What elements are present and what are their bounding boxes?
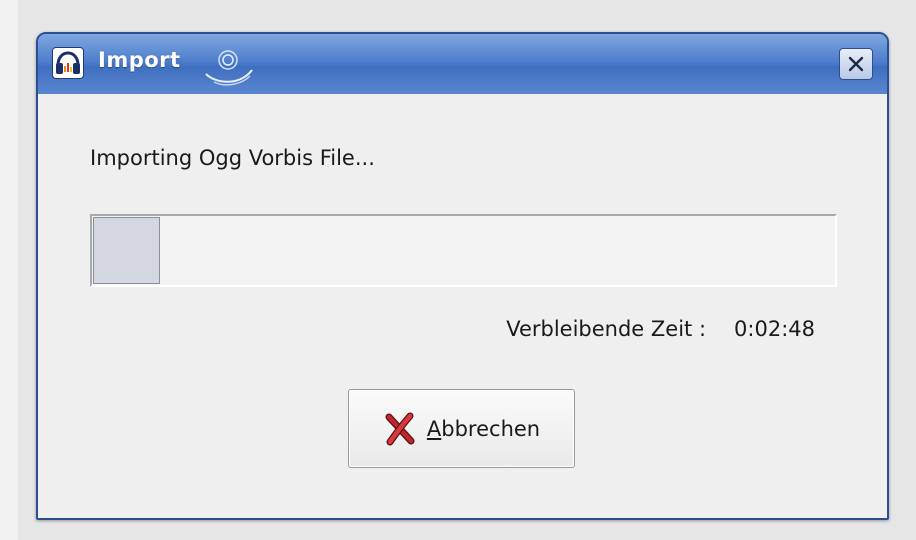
progress-fill bbox=[93, 217, 160, 284]
remaining-time: Verbleibende Zeit : 0:02:48 bbox=[506, 317, 815, 341]
titlebar[interactable]: Import bbox=[38, 34, 887, 95]
swirl-logo-icon bbox=[198, 44, 258, 94]
remaining-time-value: 0:02:48 bbox=[734, 317, 815, 341]
close-button[interactable] bbox=[839, 48, 873, 80]
dialog-body: Importing Ogg Vorbis File... Verbleibend… bbox=[38, 94, 887, 518]
screen: Import Importing Ogg Vorbis File... Verb… bbox=[0, 0, 916, 540]
import-dialog: Import Importing Ogg Vorbis File... Verb… bbox=[36, 32, 889, 520]
desktop-backdrop bbox=[0, 0, 18, 540]
window-title: Import bbox=[98, 48, 181, 72]
close-icon bbox=[848, 56, 864, 72]
audacity-headphones-icon[interactable] bbox=[52, 47, 84, 79]
progress-bar bbox=[90, 214, 837, 287]
cancel-button-label-rest: bbrechen bbox=[441, 416, 541, 441]
status-message: Importing Ogg Vorbis File... bbox=[90, 146, 375, 170]
cancel-button-label: Abbrechen bbox=[427, 417, 540, 441]
cancel-button-mnemonic: A bbox=[426, 416, 442, 441]
remaining-time-label: Verbleibende Zeit : bbox=[506, 317, 707, 341]
cancel-x-icon bbox=[385, 412, 415, 445]
cancel-button[interactable]: Abbrechen bbox=[348, 389, 575, 468]
